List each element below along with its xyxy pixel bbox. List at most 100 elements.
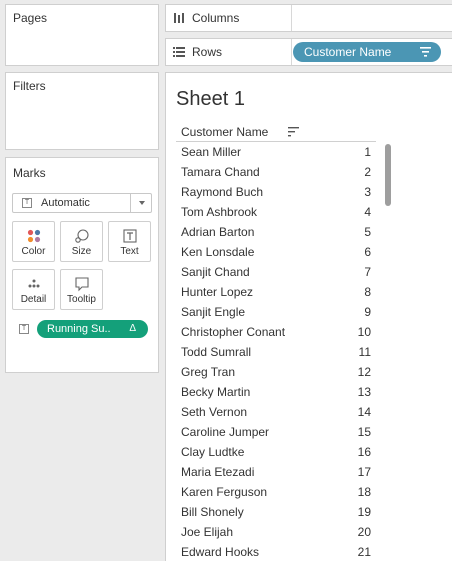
- scrollbar-thumb[interactable]: [385, 144, 391, 206]
- running-sum-value-cell: 14: [357, 405, 371, 419]
- text-label: Text: [120, 246, 139, 257]
- table-row[interactable]: Becky Martin 13: [176, 382, 376, 402]
- customer-name-cell: Sanjit Chand: [181, 265, 250, 279]
- marks-field-row: T Running Su.. Δ: [17, 320, 152, 338]
- detail-button[interactable]: Detail: [12, 269, 55, 310]
- dropdown-divider: [130, 194, 131, 212]
- table-row[interactable]: Karen Ferguson 18: [176, 482, 376, 502]
- customer-name-cell: Seth Vernon: [181, 405, 248, 419]
- running-sum-value-cell: 11: [358, 345, 371, 359]
- customer-name-cell: Karen Ferguson: [181, 485, 268, 499]
- text-button[interactable]: Text: [108, 221, 151, 262]
- filters-card[interactable]: Filters: [5, 72, 159, 150]
- running-sum-value-cell: 13: [357, 385, 371, 399]
- running-sum-value-cell: 2: [364, 165, 371, 179]
- tableau-workspace: Pages Filters Marks T Automatic Color Si…: [0, 0, 452, 561]
- columns-label: Columns: [192, 11, 240, 25]
- table-row[interactable]: Sean Miller 1: [176, 142, 376, 162]
- customer-name-cell: Sean Miller: [181, 145, 242, 159]
- size-button[interactable]: Size: [60, 221, 103, 262]
- running-sum-value-cell: 21: [357, 545, 371, 559]
- size-icon: [74, 229, 89, 243]
- running-sum-label: Running Su..: [47, 323, 111, 335]
- table-row[interactable]: Raymond Buch 3: [176, 182, 376, 202]
- table-calc-delta-icon: Δ: [129, 323, 136, 334]
- customer-name-cell: Adrian Barton: [181, 225, 255, 239]
- customer-name-cell: Sanjit Engle: [181, 305, 246, 319]
- running-sum-value-cell: 8: [364, 285, 371, 299]
- table-row[interactable]: Joe Elijah 20: [176, 522, 376, 542]
- table-row[interactable]: Tom Ashbrook 4: [176, 202, 376, 222]
- running-sum-value-cell: 18: [357, 485, 371, 499]
- sheet-title[interactable]: Sheet 1: [176, 88, 245, 111]
- running-sum-value-cell: 9: [364, 305, 371, 319]
- customer-name-cell: Todd Sumrall: [181, 345, 252, 359]
- running-sum-value-cell: 15: [357, 425, 371, 439]
- table-row[interactable]: Bill Shonely 19: [176, 502, 376, 522]
- sort-descending-icon: [420, 47, 431, 57]
- size-label: Size: [71, 246, 92, 257]
- customer-name-cell: Edward Hooks: [181, 545, 260, 559]
- customer-name-cell: Maria Etezadi: [181, 465, 255, 479]
- sort-descending-icon[interactable]: [288, 127, 299, 137]
- customer-name-pill-label: Customer Name: [304, 45, 392, 59]
- running-sum-value-cell: 5: [364, 225, 371, 239]
- marks-card: Marks T Automatic Color Size Text Detail…: [5, 157, 159, 373]
- color-button[interactable]: Color: [12, 221, 55, 262]
- table-row[interactable]: Maria Etezadi 17: [176, 462, 376, 482]
- color-icon: [27, 229, 40, 243]
- running-sum-value-cell: 16: [357, 445, 371, 459]
- table-row[interactable]: Ken Lonsdale 6: [176, 242, 376, 262]
- chevron-down-icon: [139, 201, 145, 205]
- text-mark-icon: T: [19, 324, 29, 334]
- customer-name-cell: Ken Lonsdale: [181, 245, 255, 259]
- table-row[interactable]: Caroline Jumper 15: [176, 422, 376, 442]
- column-header[interactable]: Customer Name: [181, 125, 268, 139]
- table-row[interactable]: Sanjit Chand 7: [176, 262, 376, 282]
- running-sum-value-cell: 20: [357, 525, 371, 539]
- pages-title: Pages: [13, 11, 48, 25]
- marks-title: Marks: [13, 166, 46, 180]
- table-row[interactable]: Todd Sumrall 11: [176, 342, 376, 362]
- tooltip-label: Tooltip: [67, 294, 96, 305]
- table-row[interactable]: Tamara Chand 2: [176, 162, 376, 182]
- rows-shelf[interactable]: Rows Customer Name: [165, 38, 452, 66]
- text-icon: [122, 229, 137, 243]
- customer-name-cell: Tom Ashbrook: [181, 205, 258, 219]
- shelf-divider: [291, 39, 292, 65]
- table-row[interactable]: Greg Tran 12: [176, 362, 376, 382]
- customer-name-pill[interactable]: Customer Name: [293, 42, 441, 62]
- table-row[interactable]: Sanjit Engle 9: [176, 302, 376, 322]
- pages-card[interactable]: Pages: [5, 4, 159, 66]
- text-mark-icon: T: [22, 198, 32, 208]
- table-row[interactable]: Hunter Lopez 8: [176, 282, 376, 302]
- tooltip-icon: [74, 277, 89, 292]
- customer-name-cell: Hunter Lopez: [181, 285, 254, 299]
- running-sum-value-cell: 19: [357, 505, 371, 519]
- running-sum-value-cell: 3: [364, 185, 371, 199]
- columns-shelf[interactable]: Columns: [165, 4, 452, 32]
- customer-name-cell: Greg Tran: [181, 365, 236, 379]
- tooltip-button[interactable]: Tooltip: [60, 269, 103, 310]
- running-sum-value-cell: 10: [357, 325, 371, 339]
- table-row[interactable]: Edward Hooks 21: [176, 542, 376, 561]
- table-row[interactable]: Adrian Barton 5: [176, 222, 376, 242]
- customer-name-cell: Caroline Jumper: [181, 425, 270, 439]
- running-sum-value-cell: 1: [364, 145, 371, 159]
- running-sum-value-cell: 12: [357, 365, 371, 379]
- table-row[interactable]: Clay Ludtke 16: [176, 442, 376, 462]
- running-sum-pill[interactable]: Running Su.. Δ: [37, 320, 148, 338]
- running-sum-value-cell: 7: [364, 265, 371, 279]
- filters-title: Filters: [13, 79, 46, 93]
- customer-name-cell: Joe Elijah: [181, 525, 234, 539]
- running-sum-value-cell: 6: [364, 245, 371, 259]
- customer-name-cell: Raymond Buch: [181, 185, 264, 199]
- table-row[interactable]: Christopher Conant 10: [176, 322, 376, 342]
- running-sum-value-cell: 4: [364, 205, 371, 219]
- table-row[interactable]: Seth Vernon 14: [176, 402, 376, 422]
- customer-name-cell: Bill Shonely: [181, 505, 244, 519]
- customer-name-cell: Becky Martin: [181, 385, 251, 399]
- detail-icon: [28, 279, 39, 288]
- mark-type-dropdown[interactable]: T Automatic: [12, 193, 152, 213]
- running-sum-value-cell: 17: [357, 465, 371, 479]
